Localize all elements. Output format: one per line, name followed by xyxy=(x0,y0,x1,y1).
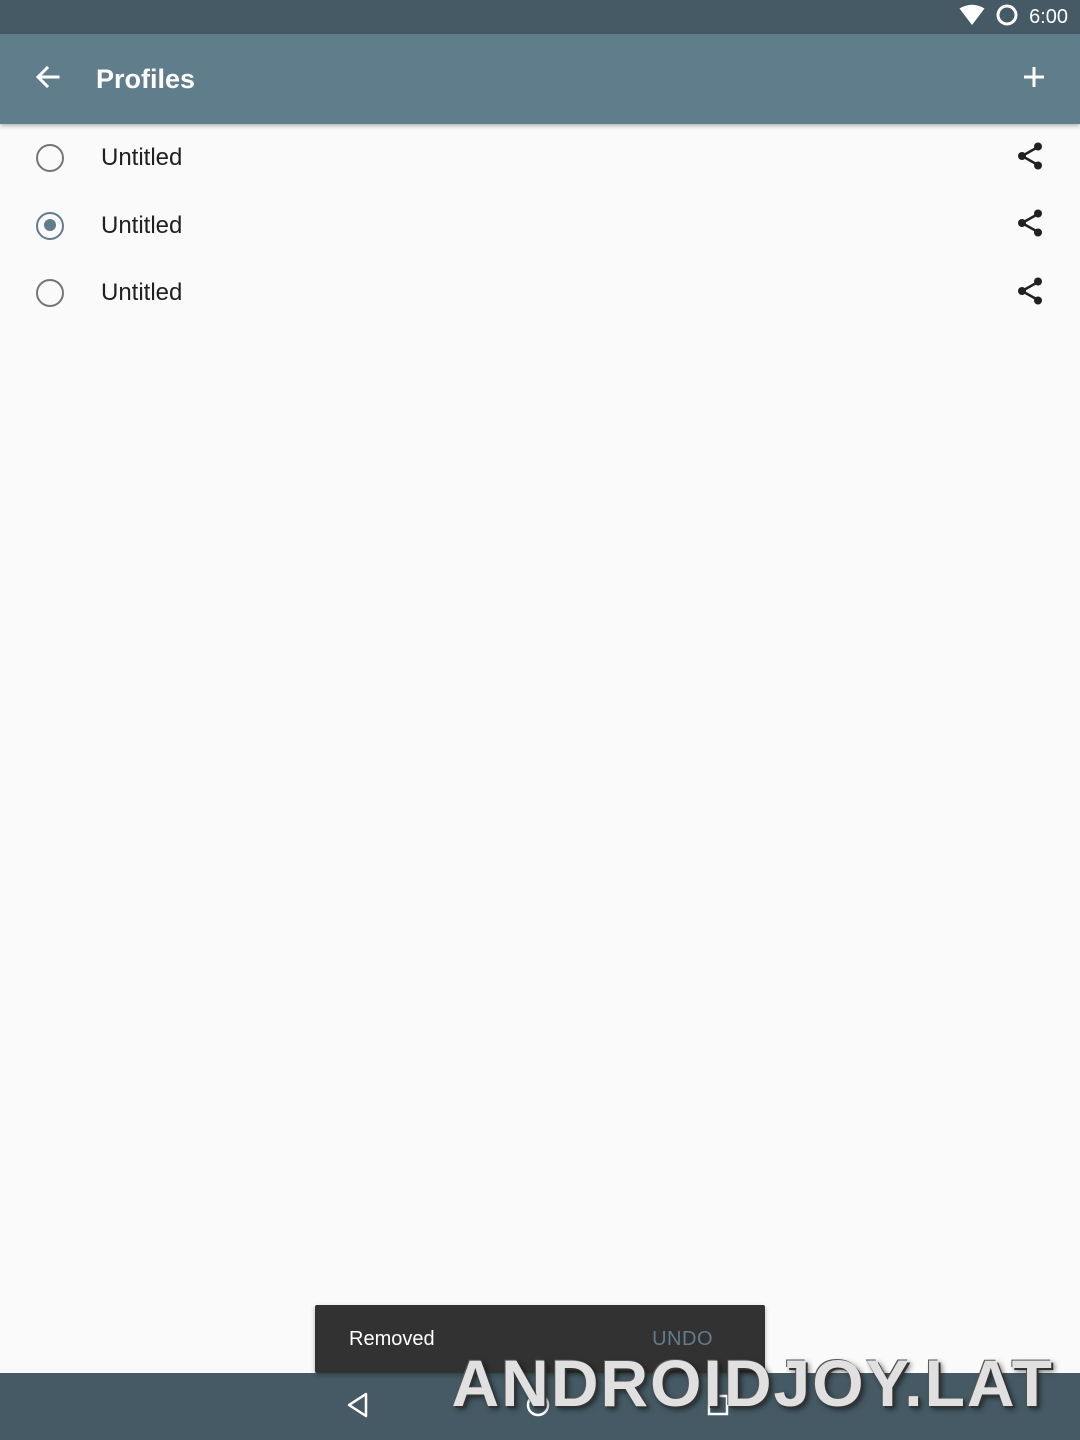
profile-name: Untitled xyxy=(101,211,183,239)
share-icon xyxy=(1015,208,1045,243)
watermark-logo: ANDROIDJOY.LAT xyxy=(451,1346,1054,1420)
profile-radio[interactable] xyxy=(36,279,64,307)
circle-status-icon xyxy=(995,3,1019,32)
radio-dot xyxy=(43,219,56,231)
plus-icon xyxy=(1022,65,1046,94)
share-icon xyxy=(1015,276,1045,311)
add-profile-button[interactable] xyxy=(1010,55,1058,103)
profile-item[interactable]: Untitled xyxy=(0,124,1080,192)
profile-radio[interactable] xyxy=(36,144,64,172)
profile-radio-selected[interactable] xyxy=(36,211,64,240)
nav-back-button[interactable] xyxy=(338,1387,378,1427)
profile-name: Untitled xyxy=(101,144,183,171)
snackbar-message: Removed xyxy=(349,1328,435,1350)
nav-back-icon xyxy=(344,1391,372,1424)
page-title: Profiles xyxy=(96,64,196,94)
profile-list: Untitled Untitled Untitled xyxy=(0,124,1080,327)
wifi-icon xyxy=(959,4,985,31)
back-button[interactable] xyxy=(24,55,72,103)
status-bar: 6:00 xyxy=(0,0,1080,34)
status-time: 6:00 xyxy=(1029,6,1068,28)
profile-item[interactable]: Untitled xyxy=(0,259,1080,327)
share-icon xyxy=(1015,141,1045,176)
app-bar: Profiles xyxy=(0,34,1080,124)
profile-name: Untitled xyxy=(101,279,183,306)
status-icons: 6:00 xyxy=(959,0,1068,34)
share-button[interactable] xyxy=(1010,206,1050,246)
share-button[interactable] xyxy=(1010,273,1050,313)
profile-item[interactable]: Untitled xyxy=(0,192,1080,260)
arrow-back-icon xyxy=(34,63,62,96)
share-button[interactable] xyxy=(1010,138,1050,178)
